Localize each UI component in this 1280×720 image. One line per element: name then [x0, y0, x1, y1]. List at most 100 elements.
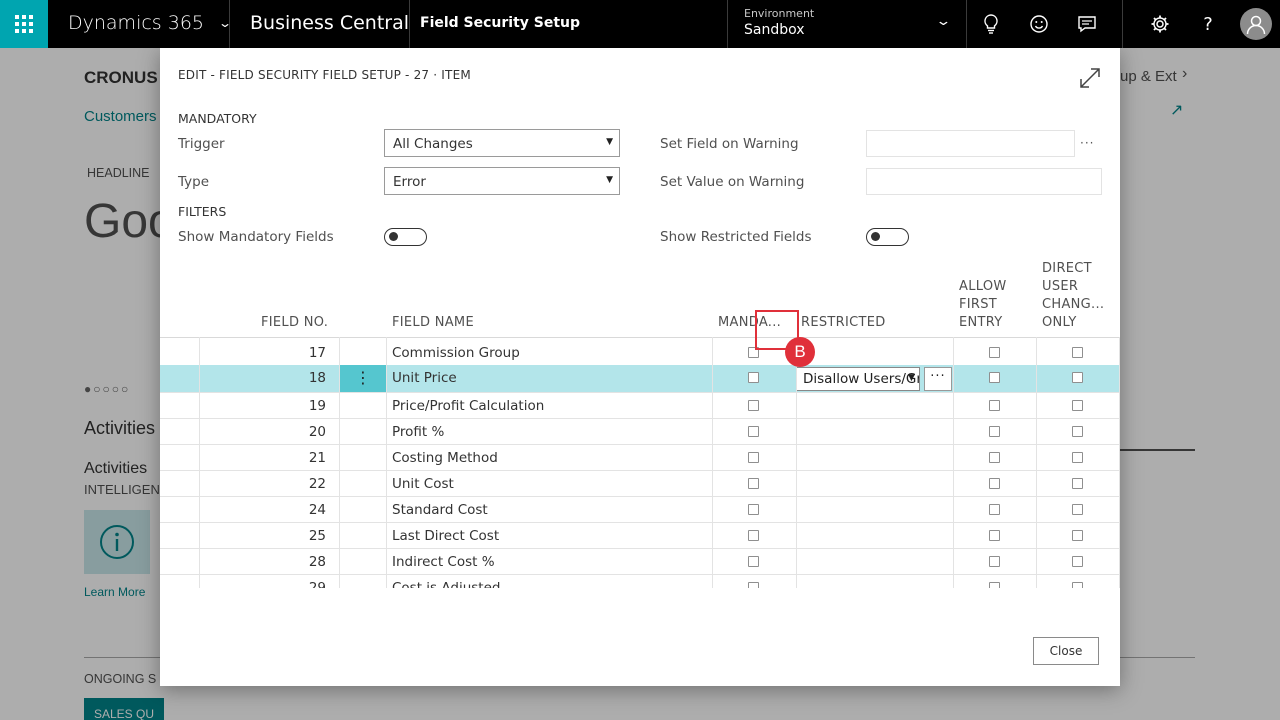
help-icon[interactable]: ? — [1196, 12, 1220, 36]
expand-icon[interactable] — [1078, 66, 1102, 94]
direct-user-change-checkbox[interactable] — [1072, 452, 1083, 463]
app-launcher-icon[interactable] — [0, 0, 48, 48]
direct-user-change-checkbox[interactable] — [1072, 530, 1083, 541]
set-value-on-warning-label: Set Value on Warning — [660, 174, 805, 190]
allow-first-entry-checkbox[interactable] — [989, 530, 1000, 541]
table-row[interactable]: 22 Unit Cost — [160, 471, 1120, 497]
column-header-field-name[interactable]: FIELD NAME — [392, 314, 474, 332]
show-restricted-fields-toggle[interactable] — [866, 228, 909, 246]
set-value-on-warning-input[interactable] — [866, 168, 1102, 195]
product-menu[interactable]: Dynamics 365 ⌄ — [68, 12, 232, 34]
set-field-lookup-button[interactable]: ··· — [1080, 136, 1094, 150]
table-row[interactable]: 28 Indirect Cost % — [160, 549, 1120, 575]
direct-user-change-checkbox[interactable] — [1072, 400, 1083, 411]
table-row[interactable]: 24 Standard Cost — [160, 497, 1120, 523]
set-field-on-warning-label: Set Field on Warning — [660, 136, 799, 152]
trigger-dropdown[interactable]: All Changes ▼ — [384, 129, 620, 157]
direct-user-change-checkbox[interactable] — [1072, 556, 1083, 567]
allow-first-entry-checkbox[interactable] — [989, 400, 1000, 411]
field-name-cell: Costing Method — [392, 450, 498, 466]
filters-section-header: FILTERS — [178, 204, 227, 219]
avatar[interactable] — [1240, 8, 1272, 40]
table-row[interactable]: 19 Price/Profit Calculation — [160, 393, 1120, 419]
mandatory-checkbox[interactable] — [748, 372, 759, 383]
show-mandatory-fields-toggle[interactable] — [384, 228, 427, 246]
table-row[interactable]: 25 Last Direct Cost — [160, 523, 1120, 549]
field-name-cell: Unit Price — [392, 370, 457, 386]
trigger-value: All Changes — [393, 136, 473, 152]
chat-icon[interactable] — [1075, 12, 1099, 36]
field-security-dialog: EDIT - FIELD SECURITY FIELD SETUP - 27 ·… — [160, 48, 1120, 686]
top-navigation-bar: Dynamics 365 ⌄ Business Central Field Se… — [0, 0, 1280, 48]
field-no-cell: 17 — [308, 345, 326, 361]
gear-icon[interactable] — [1148, 12, 1172, 36]
direct-user-change-checkbox[interactable] — [1072, 504, 1083, 515]
show-mandatory-fields-label: Show Mandatory Fields — [178, 229, 334, 245]
table-row[interactable]: 20 Profit % — [160, 419, 1120, 445]
direct-user-change-checkbox[interactable] — [1072, 582, 1083, 588]
field-no-cell: 21 — [308, 450, 326, 466]
smiley-icon[interactable] — [1027, 12, 1051, 36]
field-no-cell: 24 — [308, 502, 326, 518]
row-actions-icon[interactable]: ⋮ — [340, 365, 386, 392]
chevron-down-icon[interactable]: ⌄ — [935, 14, 951, 29]
field-name-cell: Commission Group — [392, 345, 520, 361]
column-header-direct-user-change-only[interactable]: DIRECT USER CHANG... ONLY — [1042, 260, 1104, 332]
close-button[interactable]: Close — [1033, 637, 1099, 665]
environment-value: Sandbox — [744, 22, 805, 38]
allow-first-entry-checkbox[interactable] — [989, 372, 1000, 383]
page-title: Field Security Setup — [420, 15, 581, 31]
mandatory-checkbox[interactable] — [748, 452, 759, 463]
mandatory-section-header: MANDATORY — [178, 111, 257, 126]
field-no-cell: 19 — [308, 398, 326, 414]
table-row[interactable]: 18 ⋮ Unit Price Disallow Users/Gr ▼ ··· — [160, 365, 1120, 393]
mandatory-checkbox[interactable] — [748, 556, 759, 567]
environment-selector[interactable]: Environment Sandbox — [744, 7, 814, 38]
direct-user-change-checkbox[interactable] — [1072, 426, 1083, 437]
lightbulb-icon[interactable] — [979, 12, 1003, 36]
table-row[interactable]: 21 Costing Method — [160, 445, 1120, 471]
product-name: Dynamics 365 — [68, 12, 204, 34]
direct-user-change-checkbox[interactable] — [1072, 372, 1083, 383]
allow-first-entry-checkbox[interactable] — [989, 347, 1000, 358]
table-row[interactable]: 29 Cost is Adjusted — [160, 575, 1120, 588]
column-header-field-no[interactable]: FIELD NO. — [261, 314, 328, 332]
field-setup-grid: 17 Commission Group 18 ⋮ Unit Price Disallow … — [160, 337, 1120, 588]
field-name-cell: Profit % — [392, 424, 445, 440]
allow-first-entry-checkbox[interactable] — [989, 452, 1000, 463]
mandatory-checkbox[interactable] — [748, 530, 759, 541]
allow-first-entry-checkbox[interactable] — [989, 478, 1000, 489]
field-no-cell: 29 — [308, 580, 326, 588]
field-no-cell: 18 — [308, 370, 326, 386]
allow-first-entry-checkbox[interactable] — [989, 504, 1000, 515]
type-dropdown[interactable]: Error ▼ — [384, 167, 620, 195]
allow-first-entry-checkbox[interactable] — [989, 556, 1000, 567]
mandatory-checkbox[interactable] — [748, 400, 759, 411]
field-name-cell: Unit Cost — [392, 476, 454, 492]
field-name-cell: Cost is Adjusted — [392, 580, 501, 588]
dropdown-arrow-icon[interactable]: ▼ — [908, 373, 915, 383]
direct-user-change-checkbox[interactable] — [1072, 347, 1083, 358]
callout-badge: B — [785, 337, 815, 367]
allow-first-entry-checkbox[interactable] — [989, 426, 1000, 437]
set-field-on-warning-input[interactable] — [866, 130, 1075, 157]
mandatory-checkbox[interactable] — [748, 426, 759, 437]
field-name-cell: Standard Cost — [392, 502, 488, 518]
field-no-cell: 28 — [308, 554, 326, 570]
allow-first-entry-checkbox[interactable] — [989, 582, 1000, 588]
trigger-label: Trigger — [178, 136, 225, 152]
mandatory-checkbox[interactable] — [748, 582, 759, 588]
mandatory-checkbox[interactable] — [748, 478, 759, 489]
mandatory-checkbox[interactable] — [748, 504, 759, 515]
table-row[interactable]: 17 Commission Group — [160, 340, 1120, 366]
column-header-allow-first-entry[interactable]: ALLOW FIRST ENTRY — [959, 278, 1007, 332]
column-header-restricted[interactable]: RESTRICTED — [801, 314, 886, 332]
restricted-dropdown[interactable]: Disallow Users/Gr — [796, 367, 920, 391]
direct-user-change-checkbox[interactable] — [1072, 478, 1083, 489]
app-name[interactable]: Business Central — [250, 12, 409, 34]
restricted-lookup-button[interactable]: ··· — [924, 367, 952, 391]
type-value: Error — [393, 174, 426, 190]
field-name-cell: Last Direct Cost — [392, 528, 500, 544]
type-label: Type — [178, 174, 210, 190]
dialog-title: EDIT - FIELD SECURITY FIELD SETUP - 27 ·… — [178, 68, 471, 82]
